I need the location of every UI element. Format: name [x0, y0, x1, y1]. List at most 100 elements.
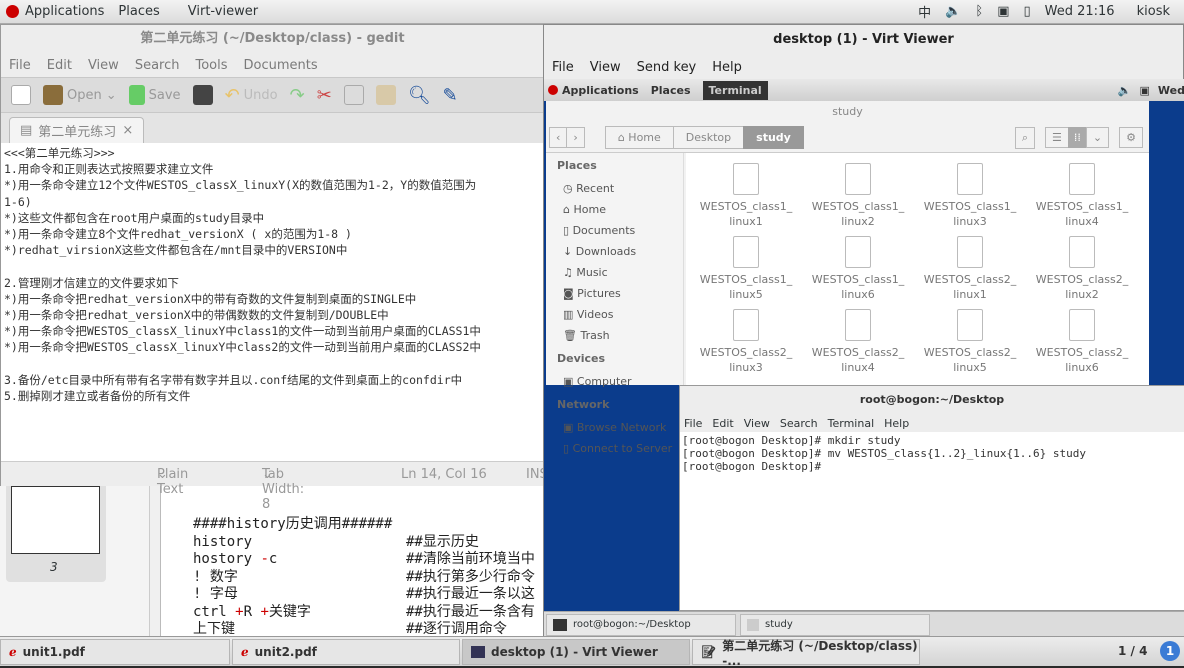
file-item[interactable]: WESTOS_class2_ linux4: [806, 309, 910, 375]
terminal-menu-help[interactable]: Help: [884, 417, 909, 430]
paste-button[interactable]: [375, 85, 396, 105]
guest-volume-icon[interactable]: 🔈: [1118, 84, 1132, 97]
workspace-indicator[interactable]: 1 / 4: [1118, 644, 1147, 658]
file-item[interactable]: WESTOS_class1_ linux2: [806, 163, 910, 229]
terminal-menu-search[interactable]: Search: [780, 417, 818, 430]
terminal-menu-view[interactable]: View: [744, 417, 770, 430]
places-menu[interactable]: Places: [118, 4, 159, 19]
menu-search[interactable]: Search: [135, 58, 180, 73]
close-tab-icon[interactable]: ×: [122, 123, 133, 138]
active-window-label[interactable]: Virt-viewer: [188, 4, 258, 19]
print-button[interactable]: [192, 85, 213, 105]
terminal-menu-edit[interactable]: Edit: [712, 417, 733, 430]
battery-icon[interactable]: ▯: [1023, 4, 1030, 19]
grid-view-button[interactable]: ⁞⁞: [1067, 127, 1087, 148]
bluetooth-icon[interactable]: ᛒ: [975, 4, 983, 19]
window-title: desktop (1) - Virt Viewer: [773, 32, 954, 47]
clock[interactable]: Wed 21:16: [1045, 4, 1115, 19]
task-virt-viewer[interactable]: desktop (1) - Virt Viewer: [462, 639, 690, 665]
copy-button[interactable]: [343, 85, 364, 105]
forward-button[interactable]: ›: [566, 127, 585, 148]
menu-documents[interactable]: Documents: [244, 58, 318, 73]
file-item[interactable]: WESTOS_class1_ linux1: [694, 163, 798, 229]
command-text: ! 数字: [193, 568, 238, 585]
sidebar-item-videos[interactable]: ▥ Videos: [546, 304, 683, 325]
file-item[interactable]: WESTOS_class2_ linux6: [1030, 309, 1134, 375]
file-name: linux1: [729, 215, 763, 228]
open-button[interactable]: Open ⌄: [43, 85, 117, 105]
page-thumbnail[interactable]: [11, 486, 100, 554]
file-item[interactable]: WESTOS_class2_ linux2: [1030, 236, 1134, 302]
applications-menu[interactable]: Applications: [25, 4, 104, 19]
language-selector[interactable]: Plain Text ⌄: [157, 467, 188, 497]
file-item[interactable]: WESTOS_class1_ linux4: [1030, 163, 1134, 229]
menu-help[interactable]: Help: [712, 60, 742, 75]
document-page: ####history历史调用###### history ##显示历史 hostor…: [160, 486, 545, 637]
file-item[interactable]: WESTOS_class2_ linux3: [694, 309, 798, 375]
sidebar-item-browse-network[interactable]: ▣ Browse Network: [546, 417, 683, 438]
menu-file[interactable]: File: [552, 60, 574, 75]
guest-clock[interactable]: Wed: [1158, 84, 1184, 97]
menu-tools[interactable]: Tools: [195, 58, 227, 73]
search-button[interactable]: ⌕: [1014, 126, 1036, 149]
sidebar-item-downloads[interactable]: ↓ Downloads: [546, 241, 683, 262]
input-method-indicator[interactable]: 中: [918, 2, 931, 21]
tab-document[interactable]: ▤ 第二单元练习 ×: [9, 117, 145, 143]
sidebar-item-music[interactable]: ♫ Music: [546, 262, 683, 283]
terminal-output[interactable]: [root@bogon Desktop]# mkdir study [root@b…: [680, 432, 1184, 475]
undo-button[interactable]: ↶ Undo: [225, 85, 278, 106]
back-button[interactable]: ‹: [549, 127, 568, 148]
file-manager-icon: [747, 618, 759, 631]
menu-edit[interactable]: Edit: [47, 58, 72, 73]
sidebar-item-home[interactable]: ⌂ Home: [546, 199, 683, 220]
menu-view[interactable]: View: [88, 58, 119, 73]
sidebar-item-computer[interactable]: ▣ Computer: [546, 371, 683, 392]
volume-icon[interactable]: 🔈: [945, 4, 961, 19]
file-item[interactable]: WESTOS_class2_ linux5: [918, 309, 1022, 375]
downloads-icon: ↓: [563, 245, 576, 258]
terminal-menu-terminal[interactable]: Terminal: [828, 417, 875, 430]
redo-button[interactable]: ↷: [290, 85, 305, 106]
guest-active-window[interactable]: Terminal: [702, 80, 768, 100]
list-view-button[interactable]: ☰: [1045, 127, 1069, 148]
notification-badge[interactable]: 1: [1160, 641, 1180, 661]
sidebar-item-connect-to-server[interactable]: ▯ Connect to Server: [546, 438, 683, 459]
guest-network-icon[interactable]: ▣: [1140, 84, 1150, 97]
find-replace-icon: ✎: [442, 84, 458, 106]
menu-file[interactable]: File: [9, 58, 31, 73]
guest-applications-menu[interactable]: Applications: [562, 84, 639, 97]
file-item[interactable]: WESTOS_class1_ linux6: [806, 236, 910, 302]
tab-width-selector[interactable]: Tab Width: 8 ⌄: [262, 467, 304, 512]
replace-button[interactable]: ✎: [443, 85, 458, 106]
path-home[interactable]: ⌂ Home: [604, 126, 674, 149]
menu-send-key[interactable]: Send key: [637, 60, 697, 75]
new-button[interactable]: [11, 85, 31, 105]
user-menu[interactable]: kiosk: [1137, 4, 1170, 19]
sidebar-item-recent[interactable]: ◷ Recent: [546, 178, 683, 199]
guest-places-menu[interactable]: Places: [651, 84, 691, 97]
file-item[interactable]: WESTOS_class1_ linux3: [918, 163, 1022, 229]
task-unit2-pdf[interactable]: ℯ unit2.pdf: [232, 639, 460, 665]
guest-display[interactable]: Applications Places Terminal 🔈 ▣ Wed stu…: [544, 79, 1184, 637]
terminal-menu-bar: File Edit View Search Terminal Help: [680, 414, 1184, 432]
view-options-button[interactable]: ⌄: [1085, 127, 1110, 148]
cut-button[interactable]: ✂: [317, 85, 332, 106]
guest-task-study[interactable]: study: [740, 613, 930, 636]
task-unit1-pdf[interactable]: ℯ unit1.pdf: [0, 639, 230, 665]
guest-task-terminal[interactable]: root@bogon:~/Desktop: [546, 613, 736, 636]
settings-gear-icon[interactable]: ⚙: [1119, 127, 1143, 148]
file-item[interactable]: WESTOS_class2_ linux1: [918, 236, 1022, 302]
sidebar-item-documents[interactable]: ▯ Documents: [546, 220, 683, 241]
network-icon[interactable]: ▣: [997, 4, 1009, 19]
sidebar-item-trash[interactable]: 🗑︎ Trash: [546, 325, 683, 346]
find-button[interactable]: 🔍︎: [408, 85, 431, 106]
task-gedit[interactable]: 📝︎ 第二单元练习 (~/Desktop/class) -...: [692, 639, 920, 668]
terminal-menu-file[interactable]: File: [684, 417, 702, 430]
text-editor[interactable]: <<<第二单元练习>>> 1.用命令和正则表达式按照要求建立文件 *)用一条命令建立…: [1, 143, 544, 461]
path-study[interactable]: study: [743, 126, 804, 149]
save-button[interactable]: Save: [128, 85, 181, 105]
sidebar-item-pictures[interactable]: ◙ Pictures: [546, 283, 683, 304]
path-desktop[interactable]: Desktop: [672, 126, 745, 149]
file-item[interactable]: WESTOS_class1_ linux5: [694, 236, 798, 302]
menu-view[interactable]: View: [590, 60, 621, 75]
